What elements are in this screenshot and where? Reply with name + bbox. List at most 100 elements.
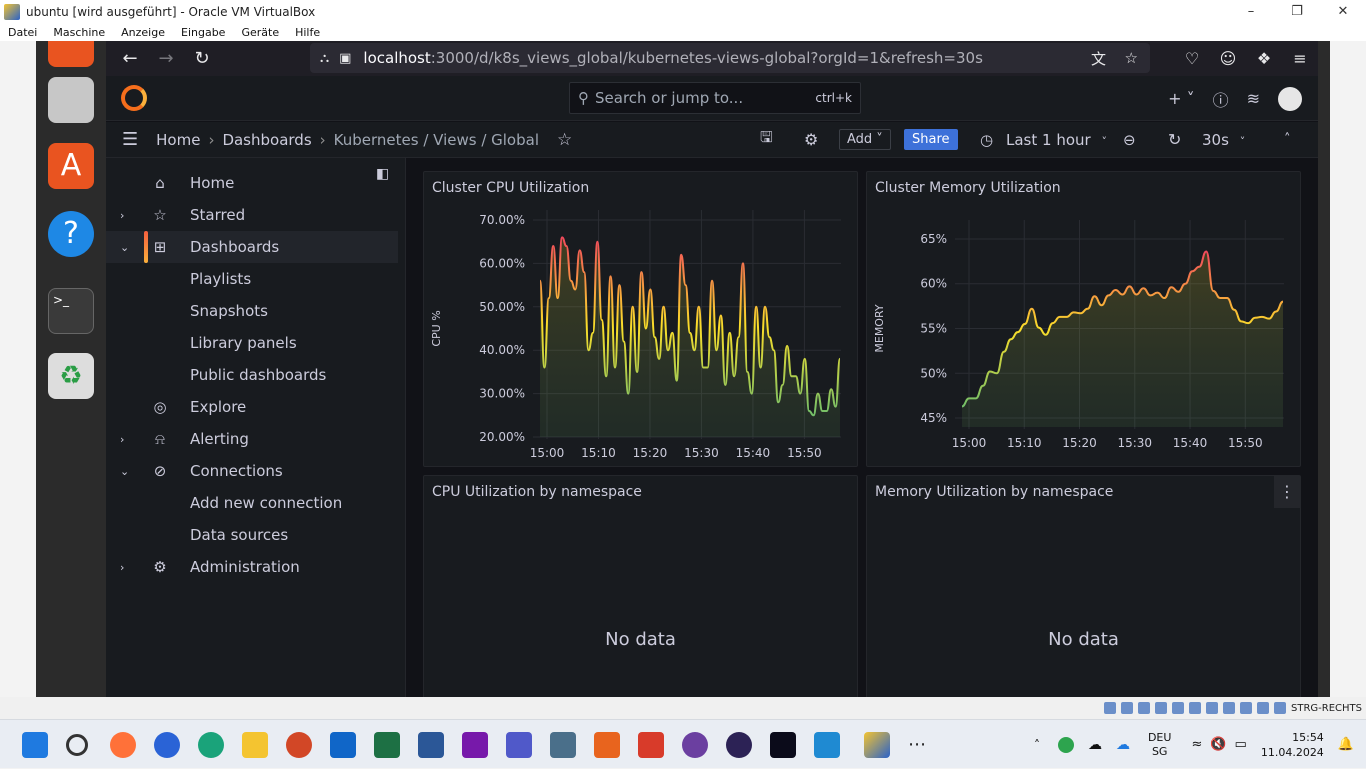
- search-icon[interactable]: [66, 734, 88, 756]
- avatar[interactable]: [1278, 86, 1302, 111]
- menu-geraete[interactable]: Geräte: [233, 26, 287, 39]
- breadcrumb-dashboards[interactable]: Dashboards: [222, 131, 311, 149]
- share-button[interactable]: Share: [904, 129, 958, 150]
- sidebar-item-snapshots[interactable]: Snapshots: [106, 295, 398, 327]
- chevron-right-icon[interactable]: ›: [120, 433, 124, 446]
- close-button[interactable]: ✕: [1320, 0, 1366, 23]
- hamburger-menu-icon[interactable]: ☰: [122, 129, 138, 150]
- help-icon[interactable]: ⓘ: [1213, 87, 1229, 111]
- remote-desktop-icon[interactable]: [550, 732, 576, 758]
- intellij-icon[interactable]: [770, 732, 796, 758]
- save-icon[interactable]: 🖫: [760, 127, 773, 152]
- window-title: ubuntu [wird ausgeführt] - Oracle VM Vir…: [26, 4, 316, 19]
- settings-gear-icon[interactable]: ⚙: [804, 130, 818, 149]
- word-icon[interactable]: [418, 732, 444, 758]
- sidebar-item-explore[interactable]: ◎ Explore: [106, 391, 398, 423]
- virtualbox-icon[interactable]: [864, 732, 890, 758]
- start-icon[interactable]: [22, 732, 48, 758]
- new-plus-icon[interactable]: + ˅: [1168, 89, 1195, 108]
- terminal-icon[interactable]: >_: [48, 288, 94, 334]
- tray-app-icon[interactable]: [1057, 736, 1074, 753]
- onedrive-blue-icon[interactable]: ☁: [1116, 737, 1130, 753]
- vm-scrollbar[interactable]: [1318, 41, 1330, 697]
- account-icon[interactable]: ☺: [1210, 49, 1246, 68]
- refresh-interval-picker[interactable]: 30s ˅: [1202, 131, 1245, 149]
- sidebar-item-connections[interactable]: ⌄ ⊘ Connections: [106, 455, 398, 487]
- favorite-star-icon[interactable]: ☆: [557, 130, 572, 150]
- wifi-icon[interactable]: ≈: [1191, 737, 1202, 752]
- menu-datei[interactable]: Datei: [0, 26, 45, 39]
- chevron-right-icon[interactable]: ›: [120, 209, 124, 222]
- eclipse-icon[interactable]: [726, 732, 752, 758]
- github-icon[interactable]: [682, 732, 708, 758]
- explorer-icon[interactable]: [242, 732, 268, 758]
- firefox-icon[interactable]: [110, 732, 136, 758]
- teams-icon[interactable]: [506, 732, 532, 758]
- panel-cpu-by-namespace: CPU Utilization by namespace No data: [423, 475, 858, 697]
- reload-icon[interactable]: ↻: [184, 44, 220, 74]
- back-icon[interactable]: ←: [112, 44, 148, 74]
- firefox-dev-icon[interactable]: [154, 732, 180, 758]
- pocket-icon[interactable]: ♡: [1174, 49, 1210, 68]
- sidebar-item-alerting[interactable]: › ⍾ Alerting: [106, 423, 398, 455]
- bookmark-star-icon[interactable]: ☆: [1125, 49, 1138, 67]
- trash-icon[interactable]: ♻: [48, 353, 94, 399]
- sidebar-item-label: Data sources: [190, 526, 289, 544]
- time-range-picker[interactable]: Last 1 hour ˅: [1006, 131, 1107, 149]
- sidebar-item-add-new-connection[interactable]: Add new connection: [106, 487, 398, 519]
- sidebar-item-data-sources[interactable]: Data sources: [106, 519, 398, 551]
- menu-eingabe[interactable]: Eingabe: [173, 26, 233, 39]
- add-button[interactable]: Add ˅: [839, 129, 891, 150]
- sidebar-item-home[interactable]: ⌂ Home: [106, 167, 398, 199]
- collapse-up-icon[interactable]: ˄: [1284, 132, 1291, 147]
- chevron-up-icon[interactable]: ˄: [1034, 738, 1040, 752]
- language-indicator[interactable]: DEU SG: [1148, 731, 1171, 759]
- excel-icon[interactable]: [374, 732, 400, 758]
- app-center-icon[interactable]: A: [48, 143, 94, 189]
- sidebar-item-library-panels[interactable]: Library panels: [106, 327, 398, 359]
- powerpoint-icon[interactable]: [286, 732, 312, 758]
- battery-icon[interactable]: ▭: [1235, 737, 1247, 752]
- sidebar-item-starred[interactable]: › ☆ Starred: [106, 199, 398, 231]
- panel-menu-icon[interactable]: ⋮: [1274, 476, 1300, 508]
- grafana-logo-icon[interactable]: [121, 85, 147, 111]
- zoom-out-icon[interactable]: ⊖: [1123, 131, 1136, 149]
- translate-icon[interactable]: 文: [1091, 48, 1106, 69]
- extensions-icon[interactable]: ❖: [1246, 49, 1282, 68]
- files-icon[interactable]: [48, 77, 94, 123]
- onenote-icon[interactable]: [462, 732, 488, 758]
- sidebar-item-dashboards[interactable]: ⌄ ⊞ Dashboards: [106, 231, 398, 263]
- chevron-down-icon[interactable]: ⌄: [120, 241, 129, 254]
- outlook-icon[interactable]: [330, 732, 356, 758]
- url-bar[interactable]: ⛬ ▣ localhost:3000/d/k8s_views_global/ku…: [310, 43, 1150, 73]
- speaker-muted-icon[interactable]: 🔇: [1210, 737, 1226, 752]
- notification-bell-icon[interactable]: 🔔: [1338, 737, 1354, 752]
- forward-icon[interactable]: →: [148, 44, 184, 74]
- app-icon[interactable]: [594, 732, 620, 758]
- more-icon[interactable]: ⋯: [908, 734, 926, 755]
- refresh-icon[interactable]: ↻: [1168, 130, 1181, 149]
- menu-maschine[interactable]: Maschine: [45, 26, 113, 39]
- sidebar-item-playlists[interactable]: Playlists: [106, 263, 398, 295]
- menu-icon[interactable]: ≡: [1282, 49, 1318, 68]
- app-icon[interactable]: [48, 41, 94, 67]
- minimize-button[interactable]: –: [1228, 0, 1274, 23]
- onedrive-icon[interactable]: ☁: [1088, 737, 1102, 753]
- app-icon[interactable]: [638, 732, 664, 758]
- help-icon[interactable]: ?: [48, 211, 94, 257]
- chevron-down-icon[interactable]: ⌄: [120, 465, 129, 478]
- series-area: [540, 237, 840, 437]
- chevron-down-icon: ˅: [1101, 134, 1107, 148]
- restore-button[interactable]: ❐: [1274, 0, 1320, 23]
- sidebar-item-public-dashboards[interactable]: Public dashboards: [106, 359, 398, 391]
- chevron-right-icon[interactable]: ›: [120, 561, 124, 574]
- vscode-icon[interactable]: [814, 732, 840, 758]
- breadcrumb-home[interactable]: Home: [156, 131, 200, 149]
- sidebar-item-administration[interactable]: › ⚙ Administration: [106, 551, 398, 583]
- clock[interactable]: 15:54 11.04.2024: [1261, 730, 1324, 760]
- menu-hilfe[interactable]: Hilfe: [287, 26, 328, 39]
- search-input[interactable]: ⚲ Search or jump to... ctrl+k: [569, 82, 861, 114]
- edge-icon[interactable]: [198, 732, 224, 758]
- menu-anzeige[interactable]: Anzeige: [113, 26, 173, 39]
- news-rss-icon[interactable]: ≋: [1247, 89, 1260, 108]
